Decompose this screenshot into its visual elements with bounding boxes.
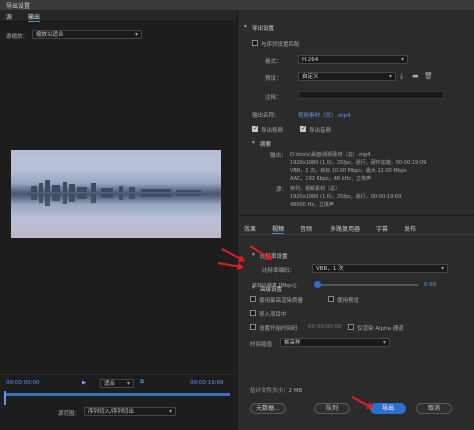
output-name-link[interactable]: 视频素材（总）.mp4 xyxy=(298,111,351,119)
match-sequence-checkbox[interactable] xyxy=(252,40,258,46)
summary-heading: 摘要 xyxy=(260,142,272,148)
max-render-quality-label: 使用最高渲染质量 xyxy=(259,298,304,304)
timeline-range-bar[interactable] xyxy=(4,393,230,396)
export-button[interactable]: 导出 xyxy=(370,403,406,414)
summary-source-line: 1920x1080 (1.0)，25fps，逐行，00:00:19:09 xyxy=(290,194,402,200)
tab-video[interactable]: 视频 xyxy=(272,224,285,234)
export-settings-heading: 导出设置 xyxy=(252,26,275,32)
comments-input[interactable] xyxy=(298,91,444,99)
source-range-label: 源范围： xyxy=(58,411,81,417)
source-tabs: 源 输出 xyxy=(0,10,236,22)
encoding-label: 比特率编码： xyxy=(262,268,296,274)
metadata-button[interactable]: 元数据... xyxy=(250,403,286,414)
city-reflection xyxy=(11,194,221,206)
zoom-select[interactable]: 适合 xyxy=(100,379,134,388)
timecode-start[interactable]: 00:00:00:00 xyxy=(6,380,40,386)
save-preset-icon[interactable]: ⤓ xyxy=(400,72,403,81)
cancel-button[interactable]: 取消 xyxy=(416,403,452,414)
export-audio-checkbox[interactable] xyxy=(300,125,306,132)
preset-label: 预设： xyxy=(265,76,282,82)
preset-select[interactable]: 自定义 xyxy=(298,72,396,81)
max-render-quality-checkbox[interactable] xyxy=(250,296,256,302)
video-preview xyxy=(11,150,221,238)
window-title: 导出设置 xyxy=(6,3,31,10)
timecode-end: 00:00:19:09 xyxy=(190,380,224,386)
target-bitrate-handle[interactable] xyxy=(314,281,321,288)
city-skyline xyxy=(11,180,221,192)
tab-publish[interactable]: 发布 xyxy=(404,224,416,233)
set-start-timecode-checkbox[interactable] xyxy=(250,324,256,330)
summary-source-line: 48000 Hz，立体声 xyxy=(290,202,334,208)
import-into-project-checkbox[interactable] xyxy=(250,310,256,316)
tab-multiplexer[interactable]: 多路复用器 xyxy=(330,224,360,233)
summary-chevron-icon[interactable]: ▾ xyxy=(252,140,255,146)
format-label: 格式： xyxy=(265,59,282,65)
tab-audio[interactable]: 音频 xyxy=(300,224,312,233)
summary-source-line: 序列，视频素材（总） xyxy=(290,186,341,192)
target-bitrate-value[interactable]: 0.69 xyxy=(424,282,436,288)
import-into-project-label: 导入项目中 xyxy=(259,312,287,318)
encoding-select[interactable]: VBR，1 次 xyxy=(312,264,448,273)
export-audio-label: 导出音频 xyxy=(309,128,332,134)
export-video-checkbox[interactable] xyxy=(252,125,258,132)
output-name-label: 输出名称： xyxy=(252,113,280,119)
source-range-select[interactable]: 序列切入/序列切出 xyxy=(84,407,176,416)
source-scale-label: 源缩放： xyxy=(6,34,29,40)
format-select[interactable]: H.264 xyxy=(298,55,408,64)
match-sequence-label: 与序列设置匹配 xyxy=(261,42,300,48)
summary-output-line: AAC，192 Kbps，48 kHz，立体声 xyxy=(290,176,371,182)
tab-source[interactable]: 源 xyxy=(6,12,12,21)
summary-source-label: 源： xyxy=(276,187,288,193)
advanced-chevron-icon[interactable]: ▾ xyxy=(252,285,255,291)
play-icon[interactable]: ▶ xyxy=(82,380,86,386)
tab-captions[interactable]: 字幕 xyxy=(376,224,388,233)
title-bar: 导出设置 xyxy=(0,0,474,10)
source-scale-select[interactable]: 缩放以适合 xyxy=(32,30,142,39)
tab-effects[interactable]: 效果 xyxy=(244,224,256,233)
queue-button[interactable]: 队列 xyxy=(314,403,350,414)
render-alpha-label: 仅渲染 Alpha 通道 xyxy=(357,326,404,332)
use-previews-checkbox[interactable] xyxy=(328,296,334,302)
summary-output-label: 输出： xyxy=(270,153,287,159)
summary-output-line: 1920x1080 (1.0)，25fps，逐行，硬件加速，00:00:19:0… xyxy=(290,160,427,166)
summary-output-line: D:\tools\桌面\视频素材（总）.mp4 xyxy=(290,152,371,158)
comments-label: 注释： xyxy=(265,95,282,101)
start-timecode-value[interactable]: 00:00:00:00 xyxy=(308,324,342,330)
crop-icon[interactable]: ⧉ xyxy=(140,379,144,386)
set-start-timecode-label: 设置开始时间码 xyxy=(259,326,298,332)
summary-output-line: VBR，1 次，目标 10.00 Mbps，最大 12.00 Mbps xyxy=(290,168,407,174)
export-video-label: 导出视频 xyxy=(261,128,284,134)
tab-output[interactable]: 输出 xyxy=(28,12,41,22)
use-previews-label: 使用预览 xyxy=(337,298,360,304)
render-alpha-checkbox[interactable] xyxy=(348,324,354,330)
time-interpolation-label: 时间插值 xyxy=(250,342,273,348)
estimated-size: 估计文件大小：2 MB xyxy=(250,388,303,394)
time-interpolation-select[interactable]: 帧采样 xyxy=(280,338,390,347)
advanced-heading: 高级设置 xyxy=(260,287,283,293)
target-bitrate-slider[interactable] xyxy=(318,284,418,286)
playhead[interactable] xyxy=(4,391,6,405)
import-preset-icon[interactable]: ▬ xyxy=(412,72,419,80)
delete-preset-icon[interactable]: 🗑 xyxy=(424,72,433,80)
chevron-down-icon[interactable]: ▾ xyxy=(244,24,247,30)
bitrate-chevron-icon[interactable]: ▾ xyxy=(252,252,255,258)
